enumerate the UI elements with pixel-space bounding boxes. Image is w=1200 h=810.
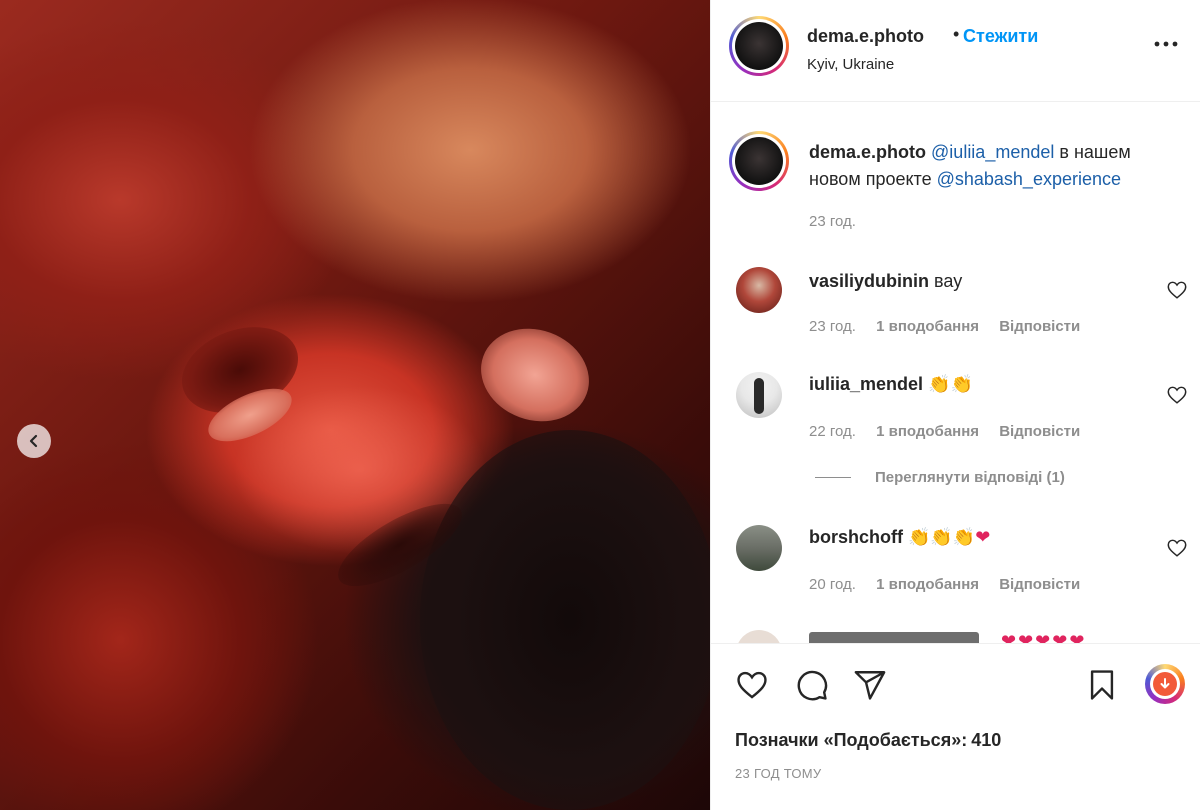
heart-icon[interactable] [1166, 279, 1188, 301]
comments-list[interactable]: dema.e.photo @iuliia_mendel в нашем ново… [711, 103, 1200, 643]
comment-meta: 23 год. 1 вподобання Відповісти [809, 318, 1096, 335]
photo-shade [420, 430, 710, 810]
avatar-ring-inner [732, 134, 786, 188]
caption-author-avatar[interactable] [729, 131, 789, 191]
comment-body: 👏👏 [928, 374, 973, 394]
badge-ring-inner [1150, 669, 1180, 699]
save-button[interactable] [1083, 666, 1121, 704]
follow-button[interactable]: Стежити [963, 26, 1038, 47]
commenter-avatar[interactable] [736, 372, 782, 418]
post-detail-panel: dema.e.photo • Стежити Kyiv, Ukraine dem… [710, 0, 1200, 810]
author-avatar[interactable] [729, 16, 789, 76]
author-username[interactable]: dema.e.photo [807, 26, 924, 47]
photo-shade [467, 313, 603, 437]
view-replies-button[interactable]: Переглянути відповіді (1) [815, 469, 1065, 486]
more-horizontal-icon [1154, 41, 1178, 47]
caption-mention[interactable]: @shabash_experience [937, 169, 1121, 189]
comment-text: vasiliydubinin вау [809, 271, 962, 292]
like-button[interactable] [733, 666, 771, 704]
more-options-button[interactable] [1151, 34, 1181, 54]
commenter-avatar[interactable] [736, 630, 782, 643]
comment-heart-emoji: ❤ [975, 527, 991, 547]
view-replies-label: Переглянути відповіді (1) [875, 469, 1065, 486]
comment-item-partial: ❤❤❤❤❤ [711, 628, 1200, 643]
caption-mention[interactable]: @iuliia_mendel [931, 142, 1054, 162]
comment-likes[interactable]: 1 вподобання [876, 318, 979, 335]
avatar-image [735, 22, 783, 70]
share-button[interactable] [851, 666, 889, 704]
heart-icon [737, 671, 767, 699]
avatar-figure [754, 378, 764, 414]
heart-icon[interactable] [1166, 537, 1188, 559]
comment-time[interactable]: 20 год. [809, 576, 856, 593]
comment-meta: 22 год. 1 вподобання Відповісти [809, 423, 1096, 440]
comment-username[interactable]: iuliia_mendel [809, 374, 923, 394]
chevron-left-icon [29, 434, 38, 448]
likes-count[interactable]: Позначки «Подобається»: 410 [735, 730, 1001, 751]
comment-likes[interactable]: 1 вподобання [876, 423, 979, 440]
divider-line [815, 477, 851, 478]
comment-likes[interactable]: 1 вподобання [876, 576, 979, 593]
comment-text: iuliia_mendel 👏👏 [809, 374, 973, 395]
arrow-down-icon [1160, 678, 1170, 689]
separator-dot: • [953, 24, 960, 44]
download-icon [1153, 672, 1177, 696]
comment-body: вау [934, 271, 963, 291]
comment-text-clipped [809, 632, 979, 643]
caption-timestamp[interactable]: 23 год. [809, 213, 856, 230]
post-photo[interactable] [0, 0, 710, 810]
commenter-avatar[interactable] [736, 267, 782, 313]
caption-username[interactable]: dema.e.photo [809, 142, 926, 162]
heart-icon[interactable] [1166, 384, 1188, 406]
avatar-ring-inner [732, 19, 786, 73]
comment-icon [797, 670, 828, 701]
comment-meta: 20 год. 1 вподобання Відповісти [809, 576, 1096, 593]
comment-username[interactable]: borshchoff [809, 527, 903, 547]
bookmark-icon [1090, 670, 1114, 700]
comment-username[interactable]: vasiliydubinin [809, 271, 929, 291]
comment-text: borshchoff 👏👏👏❤ [809, 527, 990, 548]
likes-number: 410 [971, 730, 1002, 750]
avatar-image [735, 137, 783, 185]
comment-button[interactable] [793, 666, 831, 704]
comment-time[interactable]: 22 год. [809, 423, 856, 440]
share-icon [854, 671, 886, 700]
post-actions: Позначки «Подобається»: 410 23 ГОД ТОМУ [711, 643, 1200, 810]
extension-download-button[interactable] [1145, 664, 1185, 704]
commenter-avatar[interactable] [736, 525, 782, 571]
post-header: dema.e.photo • Стежити Kyiv, Ukraine [711, 0, 1200, 102]
post-location[interactable]: Kyiv, Ukraine [807, 56, 894, 73]
comment-time[interactable]: 23 год. [809, 318, 856, 335]
reply-button[interactable]: Відповісти [999, 576, 1080, 593]
comment-body: 👏👏👏 [908, 527, 976, 547]
caption-text: dema.e.photo @iuliia_mendel в нашем ново… [809, 139, 1179, 193]
post-timestamp[interactable]: 23 ГОД ТОМУ [735, 766, 821, 781]
reply-button[interactable]: Відповісти [999, 318, 1080, 335]
carousel-prev-button[interactable] [17, 424, 51, 458]
likes-label: Позначки «Подобається»: [735, 730, 968, 750]
comment-hearts: ❤❤❤❤❤ [1001, 631, 1087, 643]
reply-button[interactable]: Відповісти [999, 423, 1080, 440]
